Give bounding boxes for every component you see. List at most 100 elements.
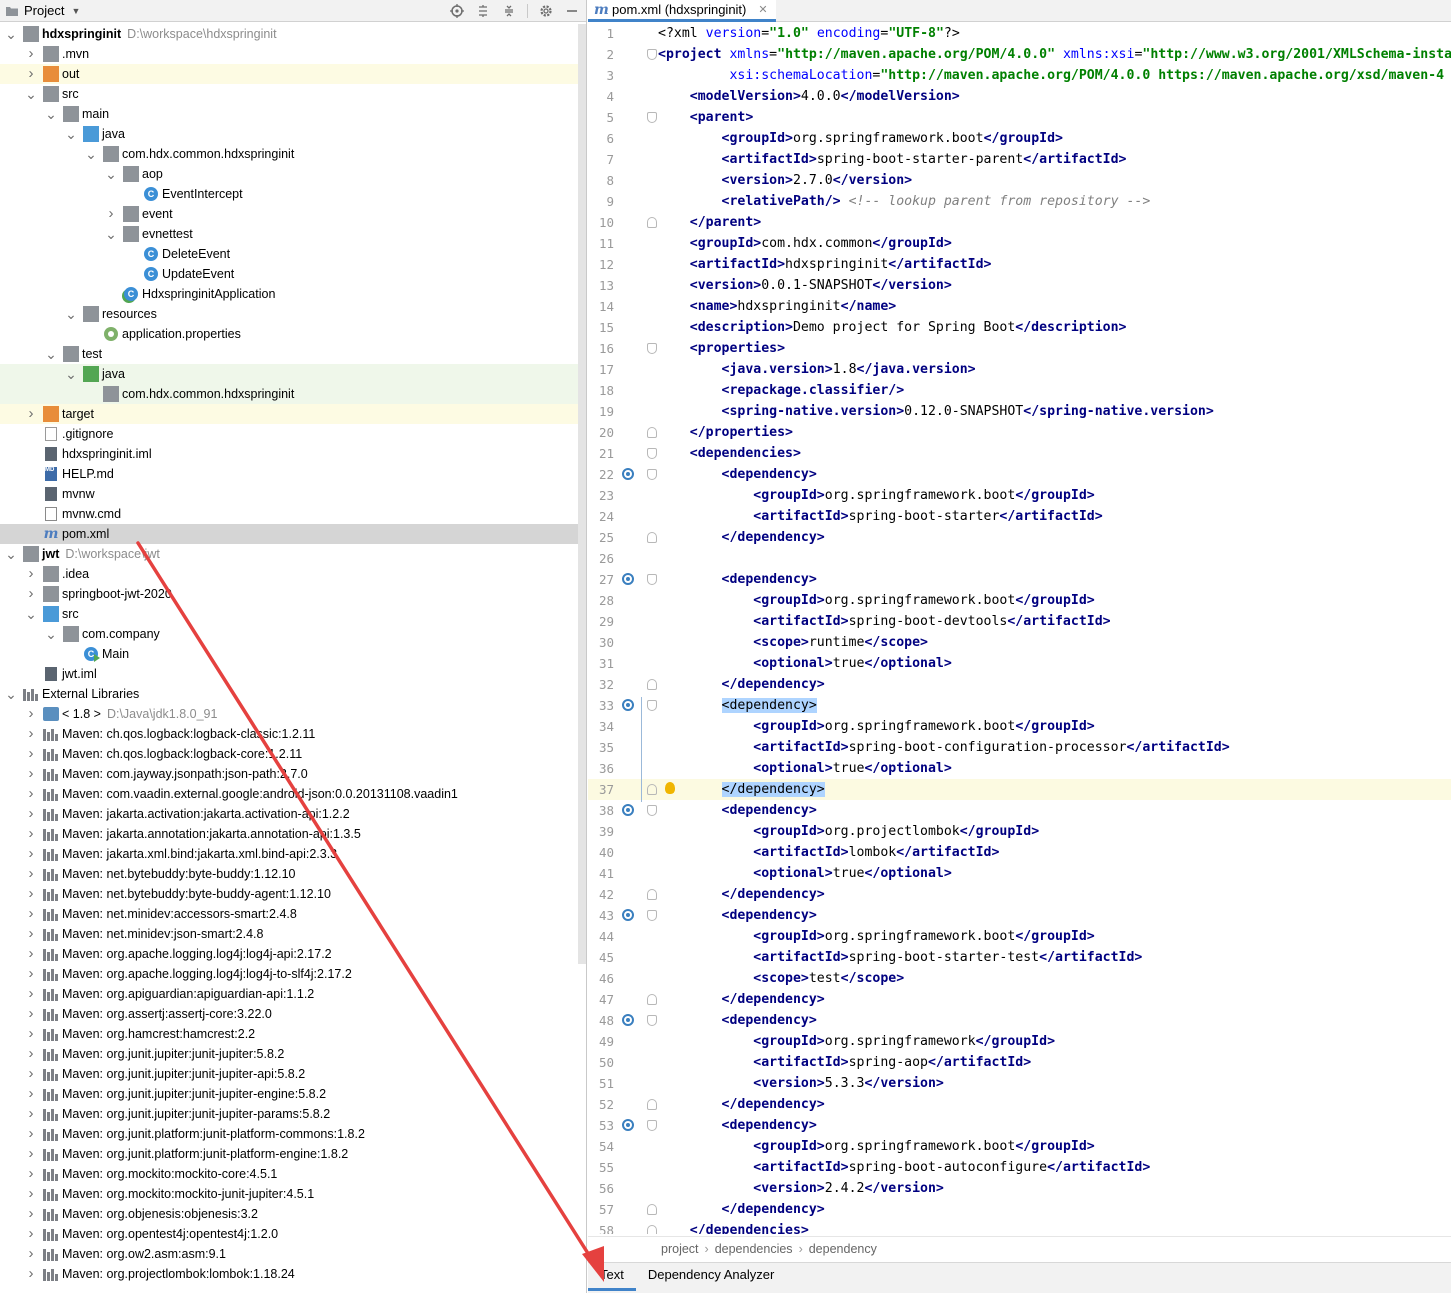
chevron-right-icon[interactable]: › [24,884,38,904]
tree-row[interactable]: › .idea [0,564,586,584]
code-line[interactable]: 5 <parent> [588,107,1451,128]
expand-all-icon[interactable] [475,3,491,19]
chevron-right-icon[interactable]: › [24,924,38,944]
code-line[interactable]: 50 <artifactId>spring-aop</artifactId> [588,1052,1451,1073]
maven-dependency-gutter-icon[interactable] [622,468,634,480]
close-icon[interactable]: ✕ [758,3,767,16]
code-line[interactable]: 22 <dependency> [588,464,1451,485]
tree-row[interactable]: application.properties [0,324,586,344]
chevron-down-icon[interactable]: ⌄ [104,224,118,244]
chevron-right-icon[interactable]: › [24,1244,38,1264]
chevron-right-icon[interactable]: › [104,204,118,224]
fold-open-icon[interactable] [647,448,657,459]
fold-open-icon[interactable] [647,49,657,60]
code-line[interactable]: 32 </dependency> [588,674,1451,695]
tree-row[interactable]: › event [0,204,586,224]
code-line[interactable]: 45 <artifactId>spring-boot-starter-test<… [588,947,1451,968]
maven-dependency-gutter-icon[interactable] [622,1119,634,1131]
chevron-down-icon[interactable]: ⌄ [64,124,78,144]
fold-close-icon[interactable] [647,217,657,228]
tree-row[interactable]: › out [0,64,586,84]
tree-row[interactable]: › Maven: org.apache.logging.log4j:log4j-a… [0,944,586,964]
chevron-down-icon[interactable]: ⌄ [44,104,58,124]
code-line[interactable]: 27 <dependency> [588,569,1451,590]
chevron-right-icon[interactable]: › [24,864,38,884]
code-line[interactable]: 6 <groupId>org.springframework.boot</gro… [588,128,1451,149]
chevron-right-icon[interactable]: › [24,1004,38,1024]
tree-row[interactable]: mvnw.cmd [0,504,586,524]
code-line[interactable]: 4 <modelVersion>4.0.0</modelVersion> [588,86,1451,107]
code-line[interactable]: 17 <java.version>1.8</java.version> [588,359,1451,380]
chevron-down-icon[interactable]: ⌄ [24,604,38,624]
code-line[interactable]: 7 <artifactId>spring-boot-starter-parent… [588,149,1451,170]
tree-row[interactable]: › Maven: net.minidev:json-smart:2.4.8 [0,924,586,944]
code-line[interactable]: 11 <groupId>com.hdx.common</groupId> [588,233,1451,254]
code-line[interactable]: 36 <optional>true</optional> [588,758,1451,779]
fold-close-icon[interactable] [647,532,657,543]
code-line[interactable]: 44 <groupId>org.springframework.boot</gr… [588,926,1451,947]
project-view-selector[interactable]: Project ▼ [4,3,80,19]
chevron-down-icon[interactable]: ⌄ [24,84,38,104]
tree-row[interactable]: › Maven: org.mockito:mockito-junit-jupite… [0,1184,586,1204]
code-line[interactable]: 24 <artifactId>spring-boot-starter</arti… [588,506,1451,527]
code-line[interactable]: 9 <relativePath/> <!-- lookup parent fro… [588,191,1451,212]
code-line[interactable]: 34 <groupId>org.springframework.boot</gr… [588,716,1451,737]
chevron-down-icon[interactable]: ⌄ [104,164,118,184]
chevron-right-icon[interactable]: › [24,1164,38,1184]
chevron-down-icon[interactable]: ⌄ [44,344,58,364]
chevron-right-icon[interactable]: › [24,1224,38,1244]
tree-row[interactable]: › Maven: org.hamcrest:hamcrest:2.2 [0,1024,586,1044]
tree-row[interactable]: ⌄ resources [0,304,586,324]
code-line[interactable]: 52 </dependency> [588,1094,1451,1115]
code-line[interactable]: 51 <version>5.3.3</version> [588,1073,1451,1094]
fold-close-icon[interactable] [647,1099,657,1110]
tree-row[interactable]: ⌄ jwt D:\workspace\jwt [0,544,586,564]
chevron-right-icon[interactable]: › [24,1204,38,1224]
tree-row[interactable]: › Maven: org.junit.platform:junit-platfor… [0,1124,586,1144]
tree-row[interactable]: › target [0,404,586,424]
code-line[interactable]: 10 </parent> [588,212,1451,233]
code-line[interactable]: 21 <dependencies> [588,443,1451,464]
code-line[interactable]: 33 <dependency> [588,695,1451,716]
tree-row[interactable]: › Maven: org.junit.jupiter:junit-jupiter:… [0,1044,586,1064]
fold-open-icon[interactable] [647,805,657,816]
fold-open-icon[interactable] [647,910,657,921]
tab-text[interactable]: Text [588,1263,636,1291]
code-line[interactable]: 13 <version>0.0.1-SNAPSHOT</version> [588,275,1451,296]
tree-row[interactable]: ⌄ java [0,364,586,384]
chevron-right-icon[interactable]: › [24,1084,38,1104]
code-line[interactable]: 46 <scope>test</scope> [588,968,1451,989]
fold-open-icon[interactable] [647,574,657,585]
maven-dependency-gutter-icon[interactable] [622,909,634,921]
tree-row[interactable]: › Maven: net.bytebuddy:byte-buddy-agent:1… [0,884,586,904]
tree-row[interactable]: › Maven: com.vaadin.external.google:andro… [0,784,586,804]
tree-row[interactable]: › Maven: org.junit.platform:junit-platfor… [0,1144,586,1164]
chevron-right-icon[interactable]: › [24,1144,38,1164]
chevron-down-icon[interactable]: ⌄ [4,24,18,44]
gear-icon[interactable] [538,3,554,19]
code-line[interactable]: 3 xsi:schemaLocation="http://maven.apach… [588,65,1451,86]
code-line[interactable]: 20 </properties> [588,422,1451,443]
tree-row[interactable]: ⌄ main [0,104,586,124]
code-line[interactable]: 56 <version>2.4.2</version> [588,1178,1451,1199]
code-line[interactable]: 47 </dependency> [588,989,1451,1010]
chevron-right-icon[interactable]: › [24,64,38,84]
code-editor[interactable]: 1 <?xml version="1.0" encoding="UTF-8"?> 2… [588,23,1451,1234]
chevron-right-icon[interactable]: › [24,964,38,984]
hide-panel-icon[interactable] [564,3,580,19]
tree-row[interactable]: › Maven: jakarta.xml.bind:jakarta.xml.bin… [0,844,586,864]
chevron-right-icon[interactable]: › [24,844,38,864]
chevron-right-icon[interactable]: › [24,784,38,804]
tree-row[interactable]: › Maven: net.minidev:accessors-smart:2.4.… [0,904,586,924]
tree-row[interactable]: jwt.iml [0,664,586,684]
code-line[interactable]: 58 </dependencies> [588,1220,1451,1234]
fold-close-icon[interactable] [647,1225,657,1234]
maven-dependency-gutter-icon[interactable] [622,1014,634,1026]
code-line[interactable]: 23 <groupId>org.springframework.boot</gr… [588,485,1451,506]
tree-row[interactable]: ⌄ test [0,344,586,364]
tree-row[interactable]: ⌄ src [0,84,586,104]
code-line[interactable]: 16 <properties> [588,338,1451,359]
tree-row[interactable]: › Maven: org.ow2.asm:asm:9.1 [0,1244,586,1264]
code-line[interactable]: 37 </dependency> [588,779,1451,800]
chevron-right-icon[interactable]: › [24,1024,38,1044]
